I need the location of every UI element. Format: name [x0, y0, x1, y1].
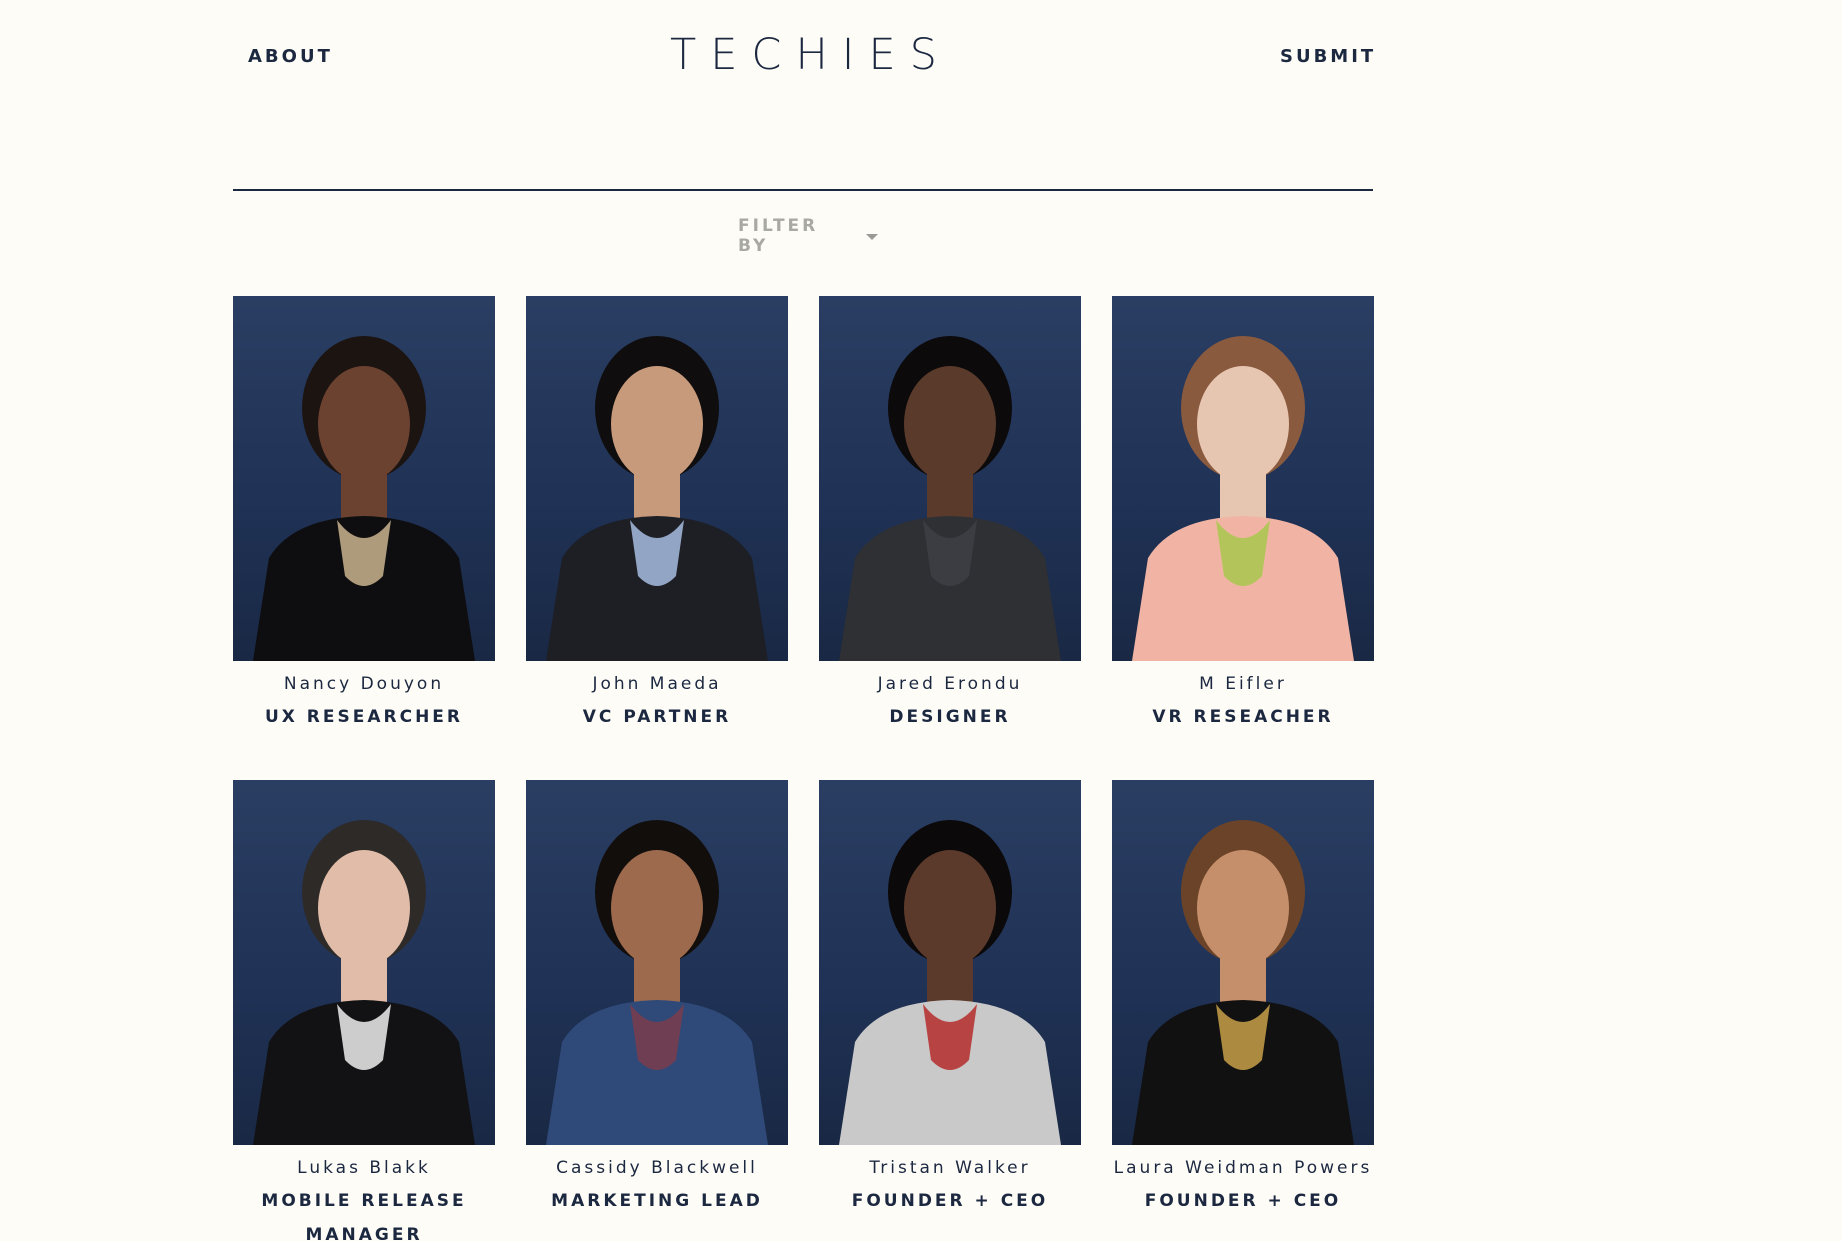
filter-label: FILTER BY: [738, 216, 819, 256]
portrait-photo[interactable]: [526, 296, 788, 661]
person-card[interactable]: Tristan Walker FOUNDER + CEO: [819, 780, 1081, 1241]
portrait-illustration: [253, 336, 475, 661]
page: ABOUT TECHIES SUBMIT FILTER BY Nancy Dou…: [0, 0, 1842, 1241]
portrait-photo[interactable]: [1112, 296, 1374, 661]
portrait-photo[interactable]: [819, 780, 1081, 1145]
person-name: Tristan Walker: [869, 1158, 1031, 1178]
people-grid: Nancy Douyon UX RESEARCHER John Maeda VC PA…: [233, 296, 1374, 1241]
portrait-photo[interactable]: [233, 296, 495, 661]
person-card[interactable]: Cassidy Blackwell MARKETING LEAD: [526, 780, 788, 1241]
person-role: VR RESEACHER: [1152, 707, 1334, 727]
person-card[interactable]: Lukas Blakk MOBILE RELEASE MANAGER: [233, 780, 495, 1241]
person-role: VC PARTNER: [582, 707, 732, 727]
filter-dropdown[interactable]: FILTER BY: [738, 216, 878, 256]
portrait-illustration: [839, 336, 1061, 661]
person-name: M Eifler: [1199, 674, 1287, 694]
portrait-photo[interactable]: [1112, 780, 1374, 1145]
person-card[interactable]: Nancy Douyon UX RESEARCHER: [233, 296, 495, 780]
person-card[interactable]: John Maeda VC PARTNER: [526, 296, 788, 780]
portrait-illustration: [839, 820, 1061, 1145]
person-role: DESIGNER: [889, 707, 1011, 727]
header-divider: [233, 189, 1373, 191]
portrait-photo[interactable]: [233, 780, 495, 1145]
person-role: MARKETING LEAD: [551, 1191, 763, 1211]
portrait-illustration: [546, 336, 768, 661]
submit-link[interactable]: SUBMIT: [1280, 46, 1376, 67]
person-name: Laura Weidman Powers: [1113, 1158, 1373, 1178]
portrait-illustration: [1132, 820, 1354, 1145]
person-name: Cassidy Blackwell: [556, 1158, 758, 1178]
person-card[interactable]: Laura Weidman Powers FOUNDER + CEO: [1112, 780, 1374, 1241]
portrait-illustration: [546, 820, 768, 1145]
chevron-down-icon: [866, 234, 878, 240]
person-name: Jared Erondu: [877, 674, 1023, 694]
person-card[interactable]: M Eifler VR RESEACHER: [1112, 296, 1374, 780]
site-logo[interactable]: TECHIES: [670, 30, 937, 80]
person-card[interactable]: Jared Erondu DESIGNER: [819, 296, 1081, 780]
portrait-photo[interactable]: [526, 780, 788, 1145]
person-role: FOUNDER + CEO: [1144, 1191, 1342, 1211]
person-role: FOUNDER + CEO: [851, 1191, 1049, 1211]
portrait-photo[interactable]: [819, 296, 1081, 661]
portrait-illustration: [1132, 336, 1354, 661]
person-name: Nancy Douyon: [283, 674, 445, 694]
person-name: John Maeda: [592, 674, 722, 694]
about-link[interactable]: ABOUT: [248, 46, 333, 67]
portrait-illustration: [253, 820, 475, 1145]
person-role: UX RESEARCHER: [264, 707, 464, 727]
person-role: MOBILE RELEASE MANAGER: [261, 1191, 467, 1241]
person-name: Lukas Blakk: [297, 1158, 431, 1178]
